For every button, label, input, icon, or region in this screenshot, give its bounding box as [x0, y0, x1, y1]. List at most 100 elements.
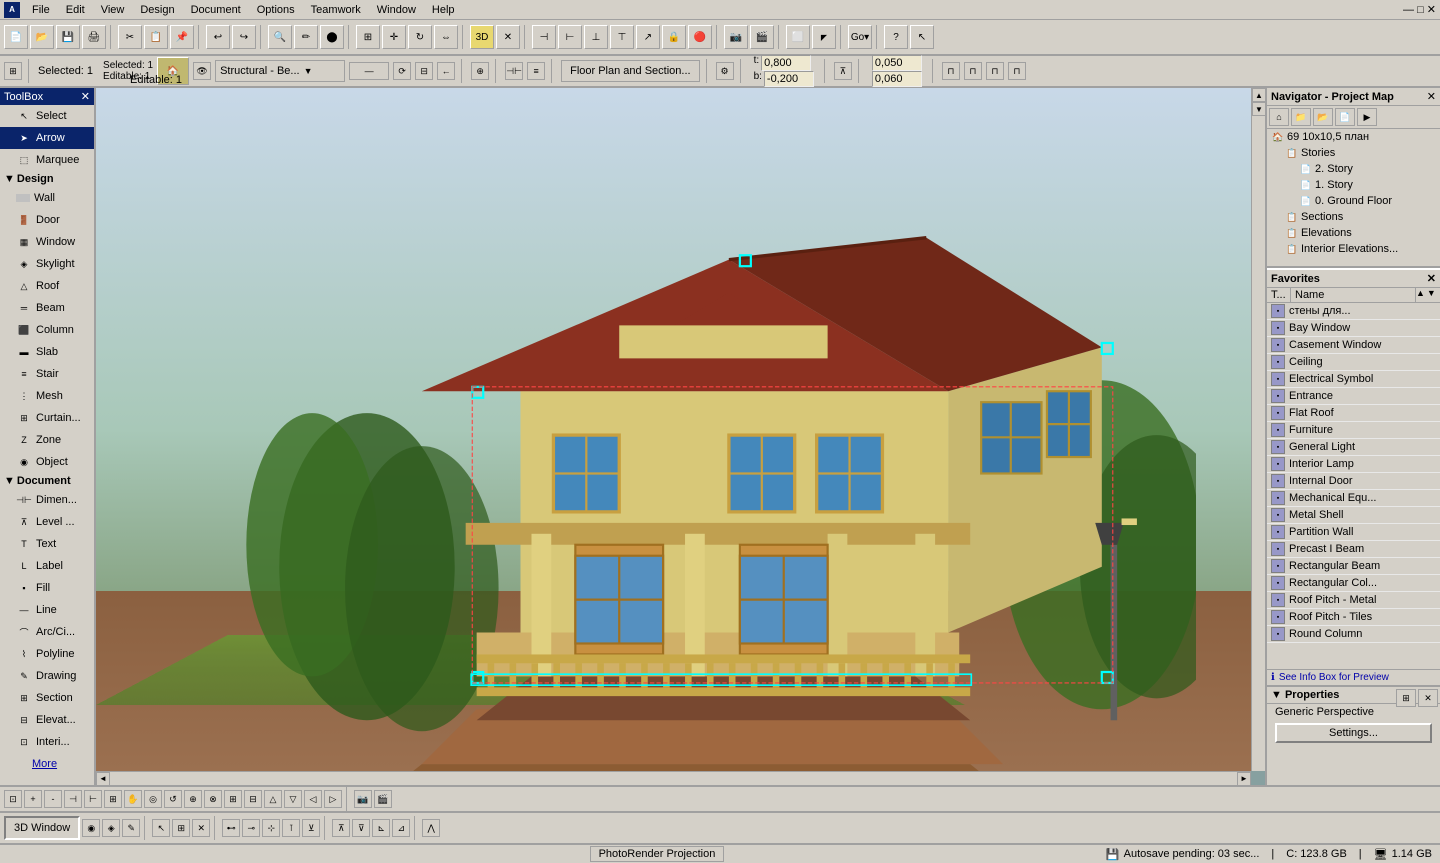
- prop-close[interactable]: ✕: [1418, 689, 1438, 707]
- bt-view3[interactable]: ✕: [192, 819, 210, 837]
- menu-help[interactable]: Help: [424, 2, 463, 18]
- fav-item-16[interactable]: ▪ Rectangular Col...: [1267, 575, 1440, 592]
- tree-sections[interactable]: 📋 Sections: [1267, 209, 1440, 225]
- level-btn[interactable]: ⊼: [834, 62, 852, 80]
- copy-btn[interactable]: 📋: [144, 25, 168, 49]
- view2[interactable]: ◤: [812, 25, 836, 49]
- cut-btn[interactable]: ✂: [118, 25, 142, 49]
- toolbox-close[interactable]: ✕: [81, 90, 90, 103]
- tree-elevations[interactable]: 📋 Elevations: [1267, 225, 1440, 241]
- fav-item-1[interactable]: ▪ Bay Window: [1267, 320, 1440, 337]
- fav-item-12[interactable]: ▪ Metal Shell: [1267, 507, 1440, 524]
- bt-nav3[interactable]: ⊕: [184, 790, 202, 808]
- bt-nav2[interactable]: ↺: [164, 790, 182, 808]
- tool-marquee[interactable]: ⬚ Marquee: [0, 149, 94, 171]
- param-btn[interactable]: ≡: [527, 62, 545, 80]
- fav-item-7[interactable]: ▪ Furniture: [1267, 422, 1440, 439]
- view-dropdown[interactable]: Structural - Be... ▼: [215, 60, 345, 82]
- transform-btn[interactable]: ⊞: [356, 25, 380, 49]
- tool-fill[interactable]: ▪ Fill: [0, 577, 94, 599]
- fav-item-3[interactable]: ▪ Ceiling: [1267, 354, 1440, 371]
- fav-item-11[interactable]: ▪ Mechanical Equ...: [1267, 490, 1440, 507]
- film-btn[interactable]: 🎬: [750, 25, 774, 49]
- tool-section[interactable]: ⊞ Section: [0, 687, 94, 709]
- floor-plan-btn[interactable]: Floor Plan and Section...: [561, 60, 699, 82]
- nav-home-btn[interactable]: ⌂: [1269, 108, 1289, 126]
- cursor-btn[interactable]: ↖: [910, 25, 934, 49]
- tool-column[interactable]: ⬛ Column: [0, 319, 94, 341]
- tool-interior[interactable]: ⊡ Interi...: [0, 731, 94, 753]
- tool-label[interactable]: L Label: [0, 555, 94, 577]
- bt-misc1[interactable]: ⋀: [422, 819, 440, 837]
- bt-zoom-prev[interactable]: ⊣: [64, 790, 82, 808]
- nav-doc-btn[interactable]: 📄: [1335, 108, 1355, 126]
- t-input[interactable]: [761, 55, 811, 71]
- bt-nav8[interactable]: ▽: [284, 790, 302, 808]
- fav-item-19[interactable]: ▪ Round Column: [1267, 626, 1440, 643]
- bt-render1[interactable]: ◉: [82, 819, 100, 837]
- fav-item-10[interactable]: ▪ Internal Door: [1267, 473, 1440, 490]
- tool-roof[interactable]: △ Roof: [0, 275, 94, 297]
- camera-btn[interactable]: 📷: [724, 25, 748, 49]
- menu-document[interactable]: Document: [183, 2, 249, 18]
- corner1-btn[interactable]: ⊓: [942, 62, 960, 80]
- tool-level[interactable]: ⊼ Level ...: [0, 511, 94, 533]
- bt-snap5[interactable]: ⊻: [302, 819, 320, 837]
- scroll-down-btn[interactable]: ▼: [1252, 102, 1265, 116]
- navigate2[interactable]: ⊢: [558, 25, 582, 49]
- bt-render3[interactable]: ✎: [122, 819, 140, 837]
- menu-teamwork[interactable]: Teamwork: [303, 2, 369, 18]
- bt-zoom-next[interactable]: ⊢: [84, 790, 102, 808]
- prop-icon1[interactable]: ⊞: [1396, 689, 1416, 707]
- fav-item-18[interactable]: ▪ Roof Pitch - Tiles: [1267, 609, 1440, 626]
- bt-snap3[interactable]: ⊹: [262, 819, 280, 837]
- bt-nav6[interactable]: ⊟: [244, 790, 262, 808]
- tool-window[interactable]: ▦ Window: [0, 231, 94, 253]
- tree-project[interactable]: 🏠 69 10x10,5 план: [1267, 129, 1440, 145]
- bt-nav1[interactable]: ◎: [144, 790, 162, 808]
- b-input[interactable]: [764, 71, 814, 87]
- corner4-btn[interactable]: ⊓: [1008, 62, 1026, 80]
- dimension-btn[interactable]: ⊣⊢: [505, 62, 523, 80]
- goto-btn[interactable]: Go▾: [848, 25, 872, 49]
- navigator-close[interactable]: ✕: [1427, 90, 1436, 103]
- dash-btn[interactable]: —: [349, 62, 389, 80]
- open-btn[interactable]: 📂: [30, 25, 54, 49]
- print-btn[interactable]: 🖨: [82, 25, 106, 49]
- navigate6[interactable]: 🔒: [662, 25, 686, 49]
- tree-interior[interactable]: 📋 Interior Elevations...: [1267, 241, 1440, 257]
- document-section[interactable]: ▼ Document: [0, 473, 94, 489]
- fav-item-15[interactable]: ▪ Rectangular Beam: [1267, 558, 1440, 575]
- fav-item-8[interactable]: ▪ General Light: [1267, 439, 1440, 456]
- view1[interactable]: ⬜: [786, 25, 810, 49]
- tool-arrow[interactable]: ➤ Arrow: [0, 127, 94, 149]
- navigate4[interactable]: ⊤: [610, 25, 634, 49]
- arrow2-btn[interactable]: ←: [437, 62, 455, 80]
- bt-pan[interactable]: ✋: [124, 790, 142, 808]
- tool-arc[interactable]: ⌒ Arc/Ci...: [0, 621, 94, 643]
- tool-mesh[interactable]: ⋮ Mesh: [0, 385, 94, 407]
- menu-options[interactable]: Options: [249, 2, 303, 18]
- menu-window[interactable]: Window: [369, 2, 424, 18]
- fav-item-14[interactable]: ▪ Precast I Beam: [1267, 541, 1440, 558]
- tool-line[interactable]: — Line: [0, 599, 94, 621]
- tool-zone[interactable]: Z Zone: [0, 429, 94, 451]
- split-btn[interactable]: ⊟: [415, 62, 433, 80]
- bt-layer1[interactable]: ⊼: [332, 819, 350, 837]
- tool-drawing[interactable]: ✎ Drawing: [0, 665, 94, 687]
- viewport-scrollbar-v[interactable]: ▲ ▼: [1251, 88, 1265, 771]
- tool-stair[interactable]: ≡ Stair: [0, 363, 94, 385]
- menu-file[interactable]: File: [24, 2, 58, 18]
- nav-more-btn[interactable]: ▶: [1357, 108, 1377, 126]
- tool-polyline[interactable]: ⌇ Polyline: [0, 643, 94, 665]
- navigate3[interactable]: ⊥: [584, 25, 608, 49]
- 3d-window-btn[interactable]: 3D Window: [4, 816, 80, 840]
- pencil-btn[interactable]: ✏: [294, 25, 318, 49]
- tool-skylight[interactable]: ◈ Skylight: [0, 253, 94, 275]
- fav-sort-up[interactable]: ▲: [1416, 288, 1425, 302]
- fav-item-2[interactable]: ▪ Casement Window: [1267, 337, 1440, 354]
- bt-nav9[interactable]: ◁: [304, 790, 322, 808]
- bt-snap4[interactable]: ⊺: [282, 819, 300, 837]
- tool-slab[interactable]: ▬ Slab: [0, 341, 94, 363]
- bt-nav5[interactable]: ⊞: [224, 790, 242, 808]
